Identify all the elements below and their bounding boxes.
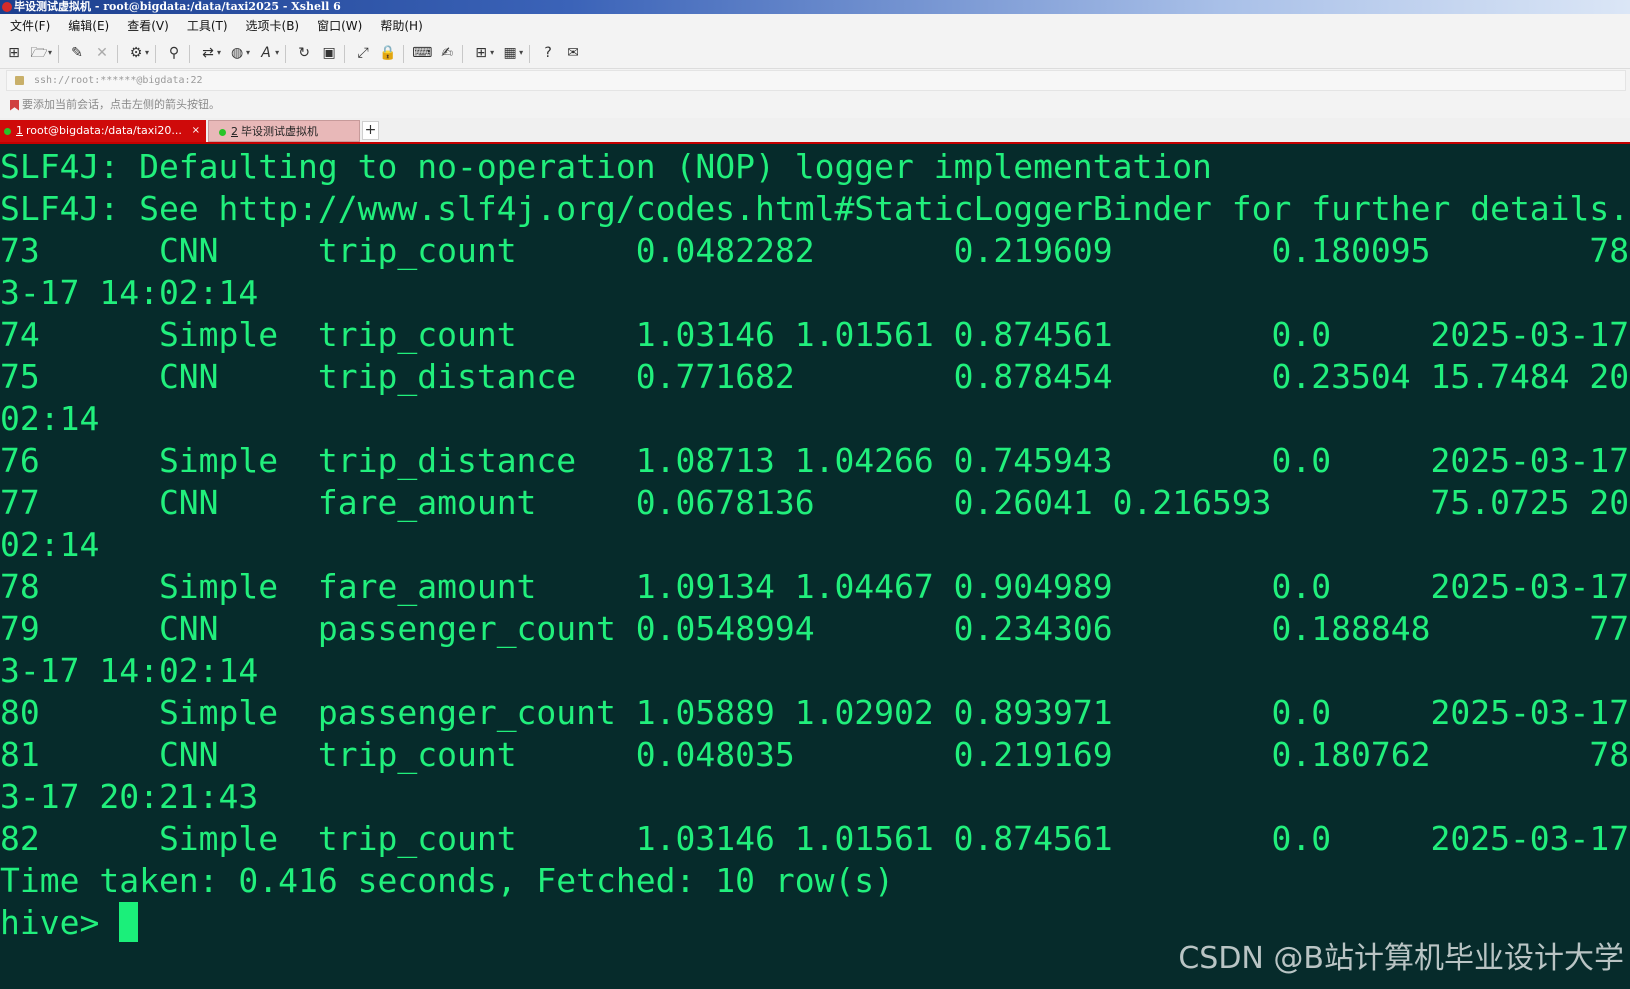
terminal-line: 80 Simple passenger_count 1.05889 1.0290… <box>0 693 1630 732</box>
text-cursor <box>119 902 139 942</box>
menu-window[interactable]: 窗口(W) <box>307 14 370 38</box>
chevron-down-icon[interactable]: ▾ <box>48 48 52 57</box>
lock-icon[interactable]: 🔒 <box>378 43 398 63</box>
toolbar-divider <box>189 45 191 63</box>
hint-text: 要添加当前会话，点击左侧的箭头按钮。 <box>22 98 220 111</box>
font-icon[interactable]: A <box>256 43 276 63</box>
menu-view[interactable]: 查看(V) <box>117 14 177 38</box>
open-folder-icon[interactable]: 🗁 <box>29 43 49 63</box>
address-input[interactable]: ssh://root:******@bigdata:22 <box>6 70 1626 91</box>
tab-session-1[interactable]: 1 root@bigdata:/data/taxi20... × <box>0 120 206 142</box>
script-icon[interactable]: ✍ <box>437 43 457 63</box>
transfer-icon[interactable]: ⇄ <box>198 43 218 63</box>
add-tab-icon[interactable]: ⊞ <box>471 43 491 63</box>
toolbar-divider <box>285 45 287 63</box>
tab-label: 毕设测试虚拟机 <box>241 125 318 138</box>
terminal-line: 78 Simple fare_amount 1.09134 1.04467 0.… <box>0 567 1630 606</box>
chevron-down-icon[interactable]: ▾ <box>490 48 494 57</box>
close-tab-icon[interactable]: × <box>192 120 200 142</box>
menu-bar: 文件(F) 编辑(E) 查看(V) 工具(T) 选项卡(B) 窗口(W) 帮助(H) <box>0 14 1630 38</box>
new-session-icon[interactable]: ⊞ <box>4 43 24 63</box>
terminal-line: 77 CNN fare_amount 0.0678136 0.26041 0.2… <box>0 483 1630 522</box>
hive-prompt: hive> <box>0 903 120 942</box>
layout-icon[interactable]: ▦ <box>500 43 520 63</box>
toolbar-divider <box>462 45 464 63</box>
watermark: CSDN @B站计算机毕业设计大学 <box>1178 941 1624 976</box>
chevron-down-icon[interactable]: ▾ <box>246 48 250 57</box>
toolbar-divider <box>155 45 157 63</box>
prompt-line[interactable]: hive> <box>0 901 139 944</box>
connected-status-icon <box>4 127 11 135</box>
keyboard-icon[interactable]: ⌨ <box>412 43 432 63</box>
terminal-line: Time taken: 0.416 seconds, Fetched: 10 r… <box>0 861 895 900</box>
chevron-down-icon[interactable]: ▾ <box>145 48 149 57</box>
tab-bar: 1 root@bigdata:/data/taxi20... × 2 毕设测试虚拟机 … <box>0 118 1630 144</box>
bookmark-icon[interactable] <box>10 99 19 111</box>
terminal-line: SLF4J: See http://www.slf4j.org/codes.ht… <box>0 189 1630 228</box>
lock-icon <box>15 75 24 85</box>
address-bar: ssh://root:******@bigdata:22 <box>0 69 1630 91</box>
window-title: 毕设测试虚拟机 - root@bigdata:/data/taxi2025 - … <box>14 0 341 13</box>
hint-bar: 要添加当前会话，点击左侧的箭头按钮。 <box>0 91 1630 118</box>
menu-tools[interactable]: 工具(T) <box>177 14 236 38</box>
xshell-app-icon <box>2 2 12 12</box>
chevron-down-icon[interactable]: ▾ <box>275 48 279 57</box>
tab-session-2[interactable]: 2 毕设测试虚拟机 <box>208 120 360 142</box>
menu-edit[interactable]: 编辑(E) <box>58 14 117 38</box>
xshell-window: 毕设测试虚拟机 - root@bigdata:/data/taxi2025 - … <box>0 0 1630 989</box>
menu-help[interactable]: 帮助(H) <box>370 14 430 38</box>
toolbar-divider <box>403 45 405 63</box>
terminal-line: 76 Simple trip_distance 1.08713 1.04266 … <box>0 441 1630 480</box>
terminal-line: 3-17 20:21:43 <box>0 777 259 816</box>
disconnect-icon[interactable]: ✕ <box>92 43 112 63</box>
chevron-down-icon[interactable]: ▾ <box>217 48 221 57</box>
terminal-line: 75 CNN trip_distance 0.771682 0.878454 0… <box>0 357 1630 396</box>
toolbar: ⊞ 🗁▾ ✎ ✕ ⚙ ▾ ⚲ ⇄ ▾ ◍ ▾ A ▾ ↻ ▣ ⤢ 🔒 ⌨ ✍ ⊞ ▾ ▦ ▾? ✉ <box>0 38 1630 69</box>
toolbar-divider <box>58 45 60 63</box>
globe-icon[interactable]: ◍ <box>227 43 247 63</box>
menu-tabs[interactable]: 选项卡(B) <box>236 14 308 38</box>
terminal-line: 79 CNN passenger_count 0.0548994 0.23430… <box>0 609 1630 648</box>
fullscreen-icon[interactable]: ⤢ <box>353 43 373 63</box>
address-text: ssh://root:******@bigdata:22 <box>34 75 203 86</box>
terminal-line: 82 Simple trip_count 1.03146 1.01561 0.8… <box>0 819 1630 858</box>
terminal-line: 02:14 <box>0 399 100 438</box>
terminal-output[interactable]: SLF4J: Defaulting to no-operation (NOP) … <box>0 144 1630 989</box>
tab-label: root@bigdata:/data/taxi20... <box>26 124 182 137</box>
refresh-icon[interactable]: ↻ <box>294 43 314 63</box>
toolbar-divider <box>529 45 531 63</box>
find-icon[interactable]: ⚲ <box>164 43 184 63</box>
terminal-line: 73 CNN trip_count 0.0482282 0.219609 0.1… <box>0 231 1630 270</box>
connect-icon[interactable]: ✎ <box>67 43 87 63</box>
add-tab-button[interactable]: + <box>362 121 379 140</box>
terminal-line: 02:14 <box>0 525 100 564</box>
tab-number: 1 <box>16 124 23 137</box>
toolbar-divider <box>344 45 346 63</box>
help-icon[interactable]: ? <box>538 43 558 63</box>
xftp-icon[interactable]: ▣ <box>319 43 339 63</box>
chevron-down-icon[interactable]: ▾ <box>519 48 523 57</box>
toolbar-divider <box>117 45 119 63</box>
terminal-line: 3-17 14:02:14 <box>0 273 259 312</box>
properties-icon[interactable]: ⚙ <box>126 43 146 63</box>
terminal-line: SLF4J: Defaulting to no-operation (NOP) … <box>0 147 1212 186</box>
menu-file[interactable]: 文件(F) <box>0 14 58 38</box>
chat-icon[interactable]: ✉ <box>563 43 583 63</box>
tab-number: 2 <box>231 125 238 138</box>
terminal-line: 74 Simple trip_count 1.03146 1.01561 0.8… <box>0 315 1630 354</box>
title-bar: 毕设测试虚拟机 - root@bigdata:/data/taxi2025 - … <box>0 0 1630 14</box>
terminal-line: 81 CNN trip_count 0.048035 0.219169 0.18… <box>0 735 1630 774</box>
terminal-line: 3-17 14:02:14 <box>0 651 259 690</box>
connected-status-icon <box>219 128 226 136</box>
